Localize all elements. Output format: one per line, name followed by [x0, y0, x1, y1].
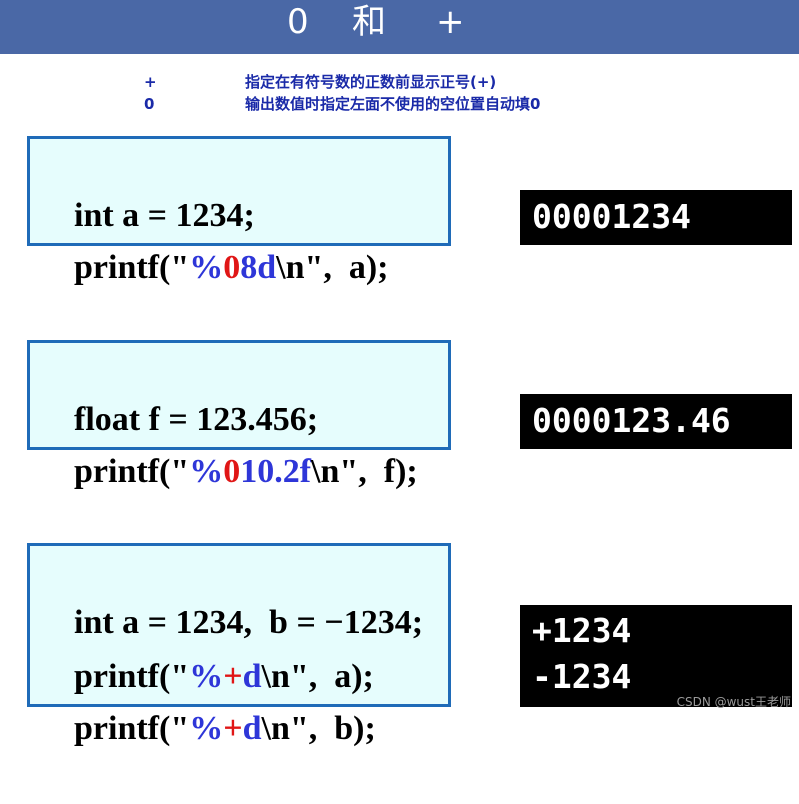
legend-description: 指定在有符号数的正数前显示正号(+) — [245, 73, 497, 91]
output-line: 00001234 — [532, 197, 691, 236]
title-part-zero: 0 — [287, 2, 309, 42]
legend-flag: 0 — [144, 95, 155, 113]
code-line: printf("%+d\n", b); — [74, 710, 376, 747]
code-line: float f = 123.456; — [74, 401, 319, 438]
code-line: printf("%08d\n", a); — [74, 249, 389, 286]
code-box-example-3: int a = 1234, b = −1234; printf("%+d\n",… — [27, 543, 451, 747]
legend-row-zero: 0 输出数值时指定左面不使用的空位置自动填0 — [0, 94, 799, 114]
output-line: -1234 — [532, 657, 632, 696]
code-line: printf("%010.2f\n", f); — [74, 453, 418, 490]
format-flag: 0 — [223, 249, 241, 286]
format-flag: 0 — [223, 453, 241, 490]
code-line: int a = 1234, b = −1234; — [74, 604, 424, 641]
output-box-example-1: 00001234 — [520, 190, 792, 245]
code-line: int a = 1234; — [74, 197, 255, 234]
output-line: +1234 — [532, 611, 632, 650]
legend-flag: + — [144, 73, 157, 91]
header-bar: 0 和 + — [0, 0, 799, 54]
code-box-example-1: int a = 1234; printf("%08d\n", a); — [27, 136, 451, 286]
legend-row-plus: + 指定在有符号数的正数前显示正号(+) — [0, 72, 799, 92]
page-title: 0 和 + — [0, 0, 799, 44]
output-line: 0000123.46 — [532, 401, 731, 440]
watermark: CSDN @wust王老师 — [676, 695, 791, 709]
legend-description: 输出数值时指定左面不使用的空位置自动填0 — [245, 95, 541, 113]
code-box-example-2: float f = 123.456; printf("%010.2f\n", f… — [27, 340, 451, 490]
title-part-plus: + — [436, 2, 465, 42]
code-line: printf("%+d\n", a); — [74, 658, 374, 695]
output-box-example-2: 0000123.46 — [520, 394, 792, 449]
output-box-example-3: +1234 -1234 — [520, 605, 792, 707]
title-part-and: 和 — [352, 2, 386, 42]
